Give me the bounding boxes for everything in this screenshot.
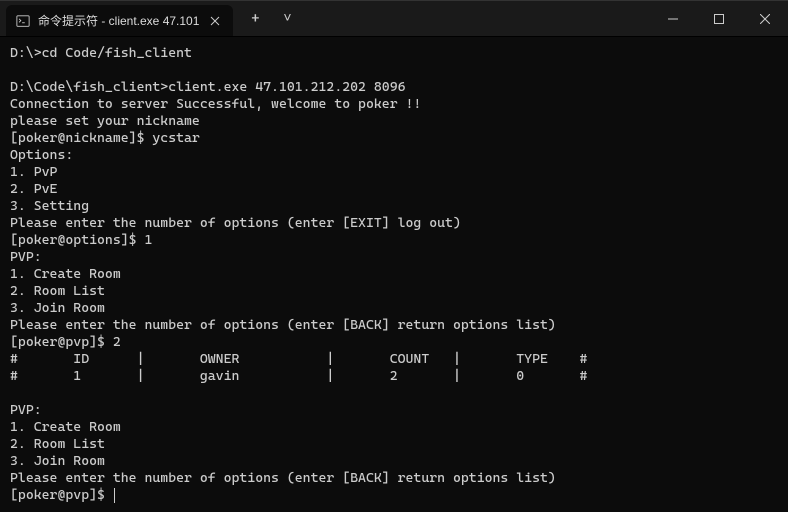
maximize-button[interactable] [696,1,742,36]
terminal-line: please set your nickname [10,113,778,130]
terminal-line: [poker@nickname]$ ycstar [10,130,778,147]
terminal-line: 1. Create Room [10,266,778,283]
terminal-line: 3. Join Room [10,453,778,470]
minimize-button[interactable] [650,1,696,36]
terminal-line: [poker@options]$ 1 [10,232,778,249]
tab-title: 命令提示符 - client.exe 47.101 [38,12,199,29]
terminal-line: 1. PvP [10,164,778,181]
terminal-line: 1. Create Room [10,419,778,436]
command-prompt-icon [16,14,30,28]
terminal-line: 2. Room List [10,436,778,453]
titlebar: 命令提示符 - client.exe 47.101 + ˅ [0,1,788,37]
terminal-line: Connection to server Successful, welcome… [10,96,778,113]
terminal-line: PVP: [10,249,778,266]
titlebar-drag-area[interactable] [301,1,650,36]
terminal-line: Please enter the number of options (ente… [10,215,778,232]
terminal-line [10,62,778,79]
terminal-line: Please enter the number of options (ente… [10,317,778,334]
terminal-line: 3. Setting [10,198,778,215]
terminal-line: [poker@pvp]$ 2 [10,334,778,351]
terminal-line: D:\Code\fish_client>client.exe 47.101.21… [10,79,778,96]
terminal-prompt-line[interactable]: [poker@pvp]$ [10,487,778,504]
tab-close-button[interactable] [207,13,223,29]
terminal-line: # ID | OWNER | COUNT | TYPE # [10,351,778,368]
terminal-tab[interactable]: 命令提示符 - client.exe 47.101 [6,5,233,36]
terminal-line: 3. Join Room [10,300,778,317]
terminal-line: Options: [10,147,778,164]
window-controls [650,1,788,36]
tab-dropdown-button[interactable]: ˅ [273,5,301,33]
terminal-line: # 1 | gavin | 2 | 0 # [10,368,778,385]
terminal-line: 2. PvE [10,181,778,198]
prompt-text: [poker@pvp]$ [10,487,113,503]
terminal-line: D:\>cd Code/fish_client [10,45,778,62]
terminal-output[interactable]: D:\>cd Code/fish_client D:\Code\fish_clie… [0,37,788,512]
terminal-line [10,385,778,402]
tabstrip-controls: + ˅ [233,1,301,36]
cursor [114,488,115,503]
window-close-button[interactable] [742,1,788,36]
terminal-line: Please enter the number of options (ente… [10,470,778,487]
new-tab-button[interactable]: + [241,5,269,33]
terminal-line: PVP: [10,402,778,419]
terminal-line: 2. Room List [10,283,778,300]
